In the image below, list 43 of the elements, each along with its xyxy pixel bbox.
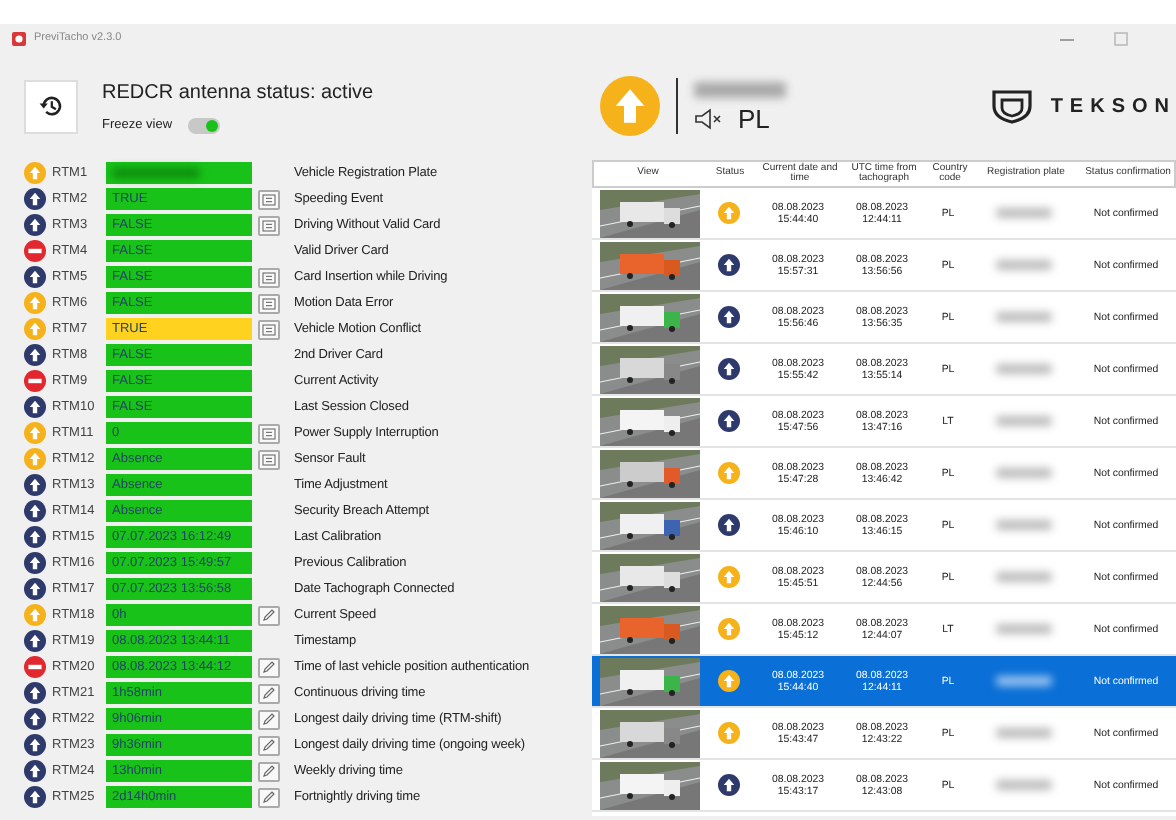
list-icon — [262, 453, 276, 465]
list-icon — [262, 323, 276, 335]
redacted-text — [996, 624, 1052, 634]
redacted-text — [996, 260, 1052, 270]
edit-button[interactable] — [258, 605, 280, 625]
list-icon — [262, 427, 276, 439]
list-icon — [262, 297, 276, 309]
edit-button[interactable] — [258, 657, 280, 677]
shield-logo-icon — [990, 88, 1035, 124]
details-button[interactable] — [258, 319, 280, 339]
redacted-text — [996, 468, 1052, 478]
edit-button[interactable] — [258, 683, 280, 703]
details-button[interactable] — [258, 293, 280, 313]
redacted-text — [996, 312, 1052, 322]
pencil-icon — [262, 608, 276, 622]
redacted-text — [694, 81, 786, 97]
details-button[interactable] — [258, 449, 280, 469]
country-code: PL — [738, 105, 770, 131]
antenna-status: REDCR antenna status: active — [102, 79, 374, 108]
list-icon — [262, 193, 276, 205]
redacted-text — [996, 520, 1052, 530]
speaker-muted-icon[interactable] — [694, 107, 722, 129]
redacted-text — [996, 364, 1052, 374]
logo-text: TEKSON — [1050, 93, 1176, 121]
details-button[interactable] — [258, 215, 280, 235]
redacted-text — [996, 572, 1052, 582]
edit-button[interactable] — [258, 735, 280, 755]
history-button[interactable] — [24, 79, 78, 133]
list-icon — [262, 271, 276, 283]
details-button[interactable] — [258, 423, 280, 443]
redacted-text — [996, 416, 1052, 426]
freeze-view-toggle[interactable] — [188, 117, 221, 133]
redacted-text — [996, 728, 1052, 738]
app-icon — [12, 31, 26, 45]
edit-button[interactable] — [258, 787, 280, 807]
redacted-text — [996, 676, 1052, 686]
edit-button[interactable] — [258, 761, 280, 781]
redacted-text — [996, 208, 1052, 218]
redacted-text — [996, 780, 1052, 790]
edit-button[interactable] — [258, 709, 280, 729]
details-button[interactable] — [258, 267, 280, 287]
details-button[interactable] — [258, 189, 280, 209]
list-icon — [262, 219, 276, 231]
